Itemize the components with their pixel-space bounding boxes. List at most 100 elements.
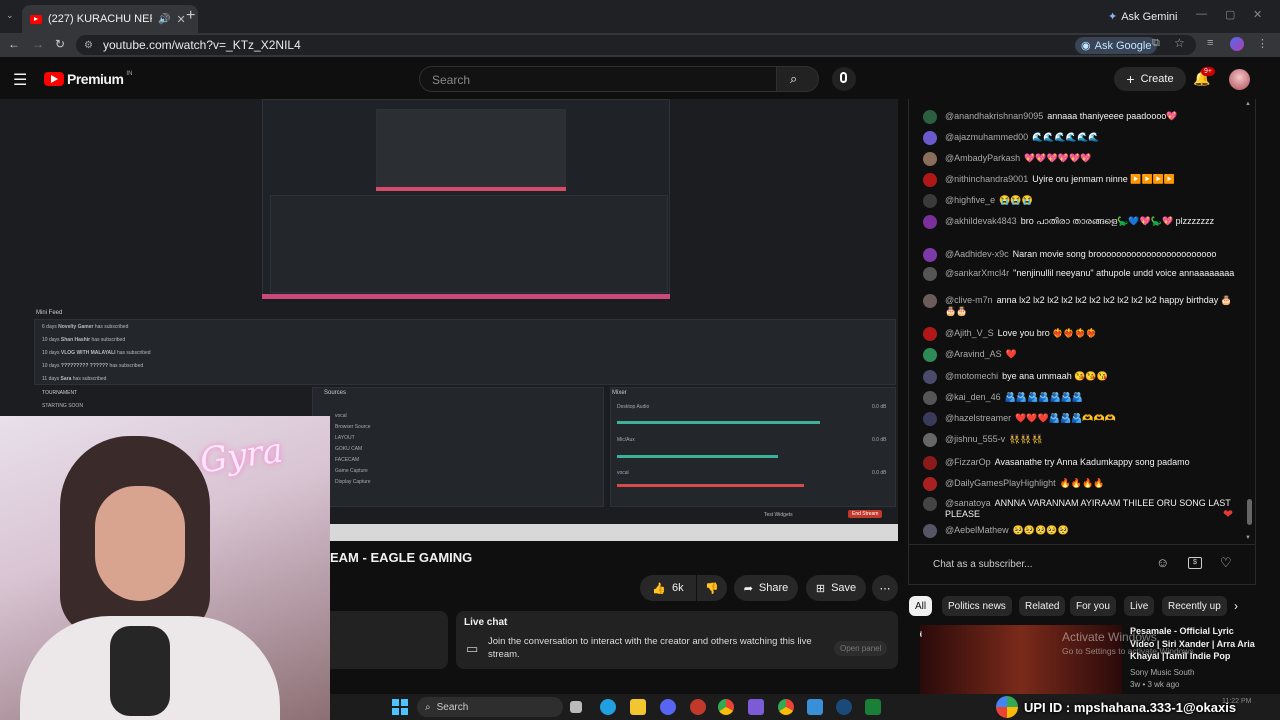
- chat-author-name[interactable]: @anandhakrishnan9095: [945, 111, 1043, 121]
- chat-message[interactable]: @ajazmuhammed00 🌊🌊🌊🌊🌊🌊: [923, 131, 1243, 145]
- chat-scroll-down[interactable]: ▼: [1245, 535, 1251, 541]
- chip-politics-news[interactable]: Politics news: [942, 596, 1012, 616]
- taskbar-search[interactable]: ⌕ Search: [417, 697, 563, 717]
- create-button[interactable]: + Create: [1114, 67, 1186, 91]
- guide-menu-icon[interactable]: ☰: [13, 70, 27, 90]
- chat-input[interactable]: Chat as a subscriber...: [933, 559, 1033, 570]
- chat-author-avatar[interactable]: [923, 477, 937, 491]
- install-icon[interactable]: ⧉: [1152, 37, 1160, 50]
- open-panel-button[interactable]: Open panel: [834, 641, 888, 656]
- task-view-icon[interactable]: [570, 701, 582, 713]
- chat-author-avatar[interactable]: [923, 152, 937, 166]
- chat-author-name[interactable]: @Aravind_AS: [945, 349, 1002, 359]
- chat-message[interactable]: @FizzarOp Avasanathe try Anna Kadumkappy …: [923, 456, 1243, 470]
- chat-scroll-up[interactable]: ▲: [1245, 101, 1251, 107]
- chips-next-icon[interactable]: ›: [1234, 599, 1238, 613]
- chip-live[interactable]: Live: [1124, 596, 1155, 616]
- chip-related[interactable]: Related: [1019, 596, 1066, 616]
- ask-gemini-button[interactable]: ✦ Ask Gemini: [1102, 8, 1183, 25]
- browser-tab[interactable]: (227) KURACHU NERAM SA 🔊 ✕: [22, 5, 198, 33]
- speaker-icon[interactable]: 🔊: [158, 14, 170, 25]
- tab-list-button[interactable]: ⌄: [6, 10, 14, 21]
- chat-author-avatar[interactable]: [923, 267, 937, 281]
- site-info-icon[interactable]: ⚙: [84, 40, 93, 51]
- chat-author-name[interactable]: @motomechi: [945, 371, 998, 381]
- windows-start-icon[interactable]: [392, 699, 408, 715]
- edge-icon[interactable]: [600, 699, 616, 715]
- chat-author-name[interactable]: @sanatoya: [945, 498, 991, 508]
- notifications-button[interactable]: 🔔 9+: [1193, 67, 1215, 87]
- chat-author-avatar[interactable]: [923, 110, 937, 124]
- tab-close-icon[interactable]: ✕: [176, 13, 185, 26]
- chat-message[interactable]: @Aadhidev-x9c Naran movie song broooooooo…: [923, 248, 1243, 262]
- chat-author-name[interactable]: @Ajith_V_S: [945, 328, 994, 338]
- discord-icon[interactable]: [660, 699, 676, 715]
- chat-scrollbar[interactable]: [1247, 499, 1252, 525]
- chat-author-name[interactable]: @nithinchandra9001: [945, 174, 1028, 184]
- chat-message[interactable]: @DailyGamesPlayHighlight 🔥🔥🔥🔥: [923, 477, 1243, 491]
- save-button[interactable]: ⊞ Save: [806, 575, 866, 601]
- chrome-icon[interactable]: [718, 699, 734, 715]
- chat-author-name[interactable]: @AmbadyParkash: [945, 153, 1020, 163]
- obs-icon[interactable]: [748, 699, 764, 715]
- chat-message[interactable]: @AebelMathew 🥺🥺🥺🥺🥺: [923, 524, 1243, 538]
- notepad-icon[interactable]: [807, 699, 823, 715]
- more-actions-button[interactable]: ⋯: [872, 575, 898, 601]
- chat-author-avatar[interactable]: [923, 370, 937, 384]
- minimize-button[interactable]: —: [1196, 8, 1207, 20]
- chat-message[interactable]: @hazelstreamer ❤️❤️❤️🫂🫂🫂🫶🫶🫶: [923, 412, 1243, 426]
- emoji-icon[interactable]: ☺: [1156, 555, 1169, 570]
- chat-author-name[interactable]: @akhildevak4843: [945, 216, 1017, 226]
- chat-author-name[interactable]: @clive-m7n: [945, 295, 993, 305]
- chat-author-avatar[interactable]: [923, 433, 937, 447]
- chat-author-name[interactable]: @FizzarOp: [945, 457, 991, 467]
- bookmark-star-icon[interactable]: ☆: [1174, 36, 1185, 50]
- voice-search-button[interactable]: [832, 67, 856, 91]
- profile-icon[interactable]: [1230, 37, 1244, 51]
- chat-author-avatar[interactable]: [923, 327, 937, 341]
- account-avatar[interactable]: [1229, 69, 1250, 90]
- chat-author-name[interactable]: @sankarXmcl4r: [945, 268, 1009, 278]
- chat-author-avatar[interactable]: [923, 194, 937, 208]
- chat-author-name[interactable]: @hazelstreamer: [945, 413, 1011, 423]
- chat-author-avatar[interactable]: [923, 412, 937, 426]
- heart-icon[interactable]: ♡: [1220, 555, 1232, 571]
- extensions-icon[interactable]: ≡: [1207, 37, 1213, 49]
- chat-author-name[interactable]: @AebelMathew: [945, 525, 1009, 535]
- description-box[interactable]: [330, 611, 448, 669]
- chat-message[interactable]: @AmbadyParkash 💖💖💖💖💖💖: [923, 152, 1243, 166]
- steam-icon[interactable]: [836, 699, 852, 715]
- chat-author-name[interactable]: @kai_den_46: [945, 392, 1001, 402]
- chat-message[interactable]: @anandhakrishnan9095 annaaa thaniyeeee pa…: [923, 110, 1243, 124]
- chat-author-name[interactable]: @jishnu_555-v: [945, 434, 1005, 444]
- youtube-logo[interactable]: Premium IN: [44, 71, 132, 87]
- chip-recently-uploaded[interactable]: Recently up: [1162, 596, 1227, 616]
- chat-author-avatar[interactable]: [923, 294, 937, 308]
- ask-google-button[interactable]: ◉ Ask Google: [1075, 37, 1158, 54]
- chat-author-name[interactable]: @highfive_e: [945, 195, 995, 205]
- chat-author-avatar[interactable]: [923, 173, 937, 187]
- maximize-button[interactable]: ▢: [1225, 8, 1235, 21]
- chip-all[interactable]: All: [909, 596, 933, 616]
- new-tab-button[interactable]: +: [186, 7, 195, 25]
- chat-author-name[interactable]: @ajazmuhammed00: [945, 132, 1028, 142]
- chat-message[interactable]: @kai_den_46 🫂🫂🫂🫂🫂🫂🫂: [923, 391, 1243, 405]
- chat-message[interactable]: @sankarXmcl4r "nenjinullil neeyanu" athup…: [923, 267, 1243, 281]
- chat-message[interactable]: @Aravind_AS ❤️: [923, 348, 1243, 362]
- chat-author-name[interactable]: @Aadhidev-x9c: [945, 249, 1009, 259]
- dislike-button[interactable]: 👎: [697, 575, 727, 601]
- chat-author-name[interactable]: @DailyGamesPlayHighlight: [945, 478, 1056, 488]
- chat-author-avatar[interactable]: [923, 348, 937, 362]
- search-button[interactable]: ⌕: [777, 66, 819, 92]
- search-input[interactable]: Search: [419, 66, 777, 92]
- address-bar[interactable]: ⚙ youtube.com/watch?v=_KTz_X2NIL4: [76, 35, 1196, 55]
- browser-menu-icon[interactable]: ⋮: [1257, 37, 1268, 50]
- chat-author-avatar[interactable]: [923, 391, 937, 405]
- window-close-button[interactable]: ✕: [1253, 8, 1262, 21]
- chat-message[interactable]: @nithinchandra9001 Uyire oru jenmam ninne…: [923, 173, 1243, 187]
- chat-author-avatar[interactable]: [923, 131, 937, 145]
- like-button[interactable]: 👍 6k: [640, 575, 696, 601]
- chat-author-avatar[interactable]: [923, 524, 937, 538]
- app-icon-green[interactable]: [865, 699, 881, 715]
- app-icon-red[interactable]: [690, 699, 706, 715]
